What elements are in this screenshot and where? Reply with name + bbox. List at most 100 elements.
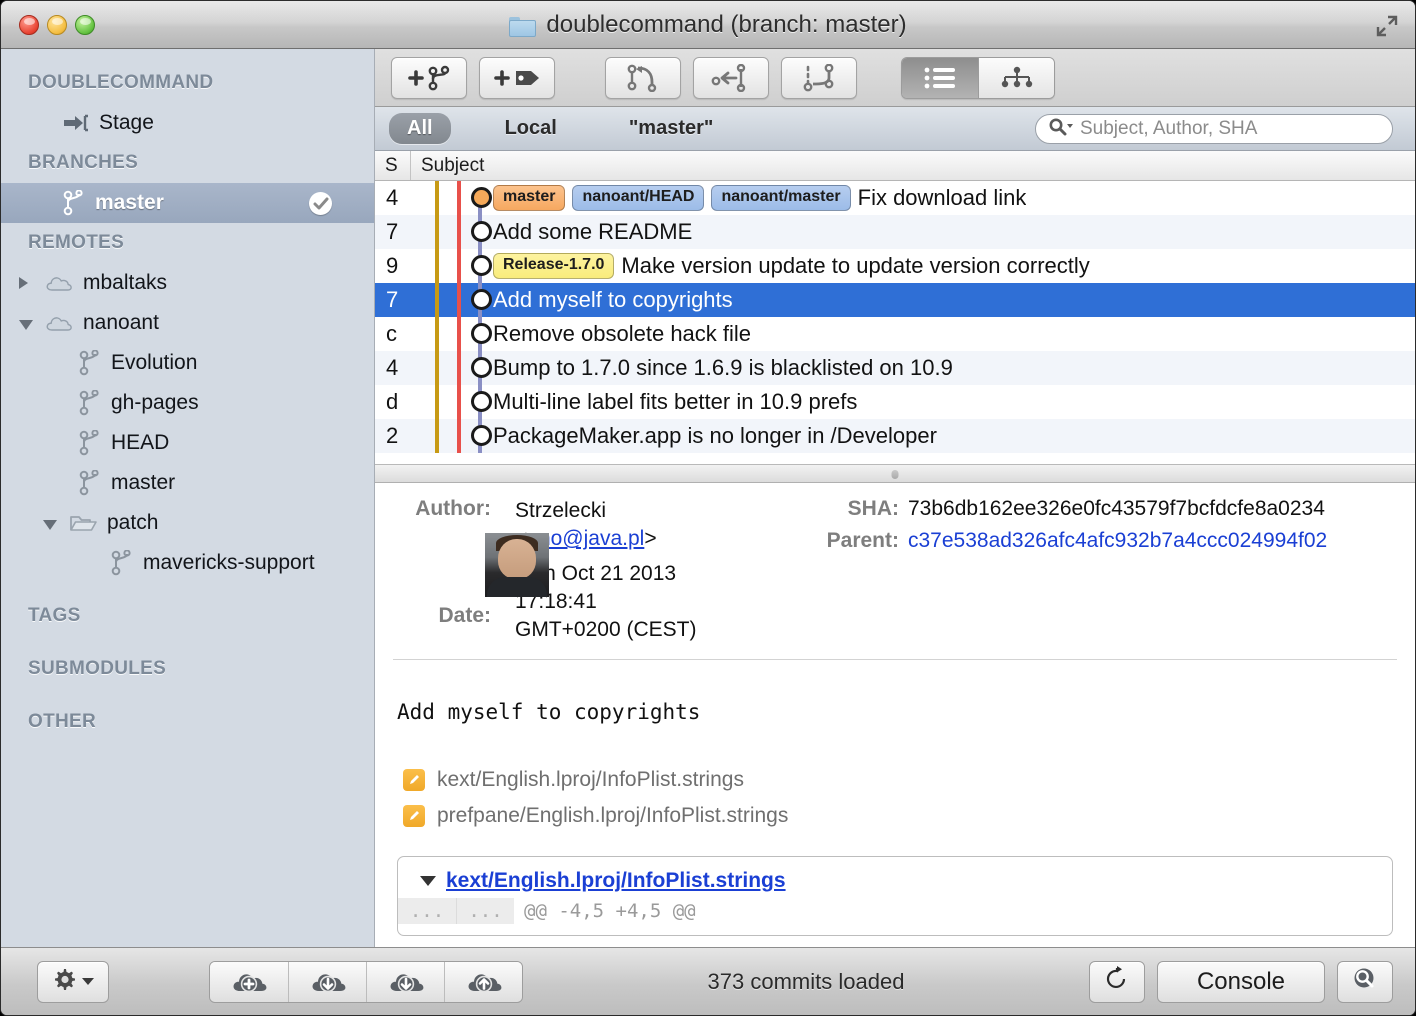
- commit-list[interactable]: 4 master nanoant/HEAD nanoant/master Fix…: [375, 181, 1415, 464]
- branch-icon: [63, 190, 85, 216]
- console-button-label: Console: [1196, 967, 1286, 995]
- commit-subject-cell: PackageMaker.app is no longer in /Develo…: [481, 423, 937, 449]
- commit-detail-pane: Author: Strzelecki <ono@java.pl> Date: M…: [375, 483, 1415, 947]
- diff-view[interactable]: kext/English.lproj/InfoPlist.strings ...…: [397, 855, 1393, 936]
- sidebar-item-remote-master[interactable]: master: [1, 463, 374, 503]
- branch-icon: [79, 470, 101, 496]
- splitter-grip[interactable]: [891, 470, 899, 479]
- sidebar-item-evolution[interactable]: Evolution: [1, 343, 374, 383]
- ref-badge[interactable]: nanoant/HEAD: [572, 185, 705, 211]
- table-row[interactable]: 9 Release-1.7.0 Make version update to u…: [375, 249, 1415, 283]
- filter-all[interactable]: All: [389, 113, 451, 144]
- sidebar-header-doublecommand: DOUBLECOMMAND: [28, 72, 214, 93]
- commit-node: [471, 357, 492, 378]
- new-branch-button[interactable]: [391, 56, 467, 99]
- sha-value[interactable]: 73b6db162ee326e0fc43579f7bcfdcfe8a0234: [899, 497, 1325, 521]
- filter-branch[interactable]: "master": [611, 113, 732, 144]
- commit-subject: Add myself to copyrights: [493, 287, 733, 312]
- cherry-pick-button[interactable]: [693, 56, 769, 99]
- search-input[interactable]: Subject, Author, SHA: [1035, 114, 1393, 144]
- list-view-button[interactable]: [902, 58, 978, 98]
- commit-sha-short: d: [386, 389, 399, 414]
- commit-graph-cell: [421, 419, 492, 453]
- table-row[interactable]: 7 Add some README: [375, 215, 1415, 249]
- commit-subject-cell: Add myself to copyrights: [481, 287, 733, 313]
- pane-splitter[interactable]: [375, 464, 1415, 483]
- search-button[interactable]: [1337, 960, 1393, 1003]
- refresh-icon: [1105, 966, 1129, 997]
- sidebar-item-label: mavericks-support: [143, 551, 315, 574]
- sidebar-item-label: master: [111, 471, 176, 494]
- commit-sha-short: 7: [386, 219, 399, 244]
- tree-view-button[interactable]: [978, 58, 1054, 98]
- table-row[interactable]: 4 Bump to 1.7.0 since 1.6.9 is blacklist…: [375, 351, 1415, 385]
- commit-ids-block: SHA: 73b6db162ee326e0fc43579f7bcfdcfe8a0…: [775, 497, 1415, 645]
- tag-badge[interactable]: Release-1.7.0: [493, 253, 615, 279]
- refresh-button[interactable]: [1089, 960, 1145, 1003]
- avatar: [485, 533, 549, 597]
- commit-subject-cell: master nanoant/HEAD nanoant/master Fix d…: [481, 185, 1026, 211]
- table-row[interactable]: c Remove obsolete hack file: [375, 317, 1415, 351]
- sidebar-item-gh-pages[interactable]: gh-pages: [1, 383, 374, 423]
- parent-value[interactable]: c37e538ad326afc4afc932b7a4ccc024994f02: [899, 529, 1327, 553]
- sidebar-item-nanoant[interactable]: nanoant: [1, 303, 374, 343]
- sidebar-item-head[interactable]: HEAD: [1, 423, 374, 463]
- ref-badge[interactable]: nanoant/master: [711, 185, 851, 211]
- expand-icon[interactable]: [1375, 14, 1399, 38]
- push-button[interactable]: [444, 961, 522, 1002]
- sidebar-header-branches: BRANCHES: [28, 152, 139, 173]
- disclosure-expanded-icon[interactable]: [19, 317, 45, 330]
- sidebar-item-stage[interactable]: Stage: [1, 103, 374, 143]
- window-title: doublecommand (branch: master): [546, 10, 907, 38]
- add-remote-button[interactable]: [210, 961, 288, 1002]
- new-tag-button[interactable]: [479, 56, 555, 99]
- list-item[interactable]: prefpane/English.lproj/InfoPlist.strings: [403, 798, 1415, 834]
- disclosure-expanded-icon[interactable]: [420, 875, 436, 886]
- checkmark-icon: [309, 192, 332, 215]
- commit-meta: Author: Strzelecki <ono@java.pl> Date: M…: [375, 483, 1415, 645]
- filter-local[interactable]: Local: [487, 113, 575, 144]
- sidebar-header-submodules: SUBMODULES: [28, 658, 167, 679]
- sidebar-item-patch[interactable]: patch: [1, 503, 374, 543]
- merge-button[interactable]: [605, 56, 681, 99]
- file-path: prefpane/English.lproj/InfoPlist.strings: [437, 803, 789, 827]
- commit-list-header: S Subject: [375, 151, 1415, 181]
- sidebar-item-label: nanoant: [83, 311, 159, 334]
- diff-file-header[interactable]: kext/English.lproj/InfoPlist.strings: [398, 857, 1392, 893]
- disclosure-expanded-icon[interactable]: [43, 517, 69, 530]
- console-button[interactable]: Console: [1157, 960, 1325, 1003]
- author-label: Author:: [415, 497, 491, 520]
- commit-subject: PackageMaker.app is no longer in /Develo…: [493, 423, 937, 448]
- table-row[interactable]: 4 master nanoant/HEAD nanoant/master Fix…: [375, 181, 1415, 215]
- table-row[interactable]: 2 PackageMaker.app is no longer in /Deve…: [375, 419, 1415, 453]
- table-row[interactable]: 7 Add myself to copyrights: [375, 283, 1415, 317]
- rebase-button[interactable]: [781, 56, 857, 99]
- branch-icon: [79, 390, 101, 416]
- column-header-subject[interactable]: Subject: [411, 155, 484, 177]
- commit-subject: Remove obsolete hack file: [493, 321, 752, 346]
- ref-badge[interactable]: master: [493, 185, 566, 211]
- pull-button[interactable]: [366, 961, 444, 1002]
- sidebar-item-master[interactable]: master: [1, 183, 374, 223]
- disclosure-collapsed-icon[interactable]: [19, 277, 45, 289]
- diff-gutter-new: ...: [456, 897, 514, 924]
- table-row[interactable]: d Multi-line label fits better in 10.9 p…: [375, 385, 1415, 419]
- sidebar-item-mbaltaks[interactable]: mbaltaks: [1, 263, 374, 303]
- commit-subject: Multi-line label fits better in 10.9 pre…: [493, 389, 858, 414]
- zoom-button[interactable]: [75, 15, 95, 35]
- sidebar-header-other: OTHER: [28, 711, 96, 732]
- column-header-s[interactable]: S: [375, 151, 411, 180]
- cloud-icon: [45, 273, 73, 293]
- file-path: kext/English.lproj/InfoPlist.strings: [437, 767, 744, 791]
- settings-menu-button[interactable]: [37, 960, 109, 1003]
- diff-file-name[interactable]: kext/English.lproj/InfoPlist.strings: [446, 869, 786, 893]
- sidebar-item-mavericks-support[interactable]: mavericks-support: [1, 543, 374, 583]
- toolbar: [375, 49, 1415, 107]
- list-item[interactable]: kext/English.lproj/InfoPlist.strings: [403, 762, 1415, 798]
- commit-graph-cell: [421, 385, 492, 419]
- minimize-button[interactable]: [47, 15, 67, 35]
- fetch-button[interactable]: [288, 961, 366, 1002]
- close-button[interactable]: [19, 15, 39, 35]
- commit-graph-cell: [421, 283, 492, 317]
- bottom-toolbar: 373 commits loaded Console: [1, 947, 1415, 1015]
